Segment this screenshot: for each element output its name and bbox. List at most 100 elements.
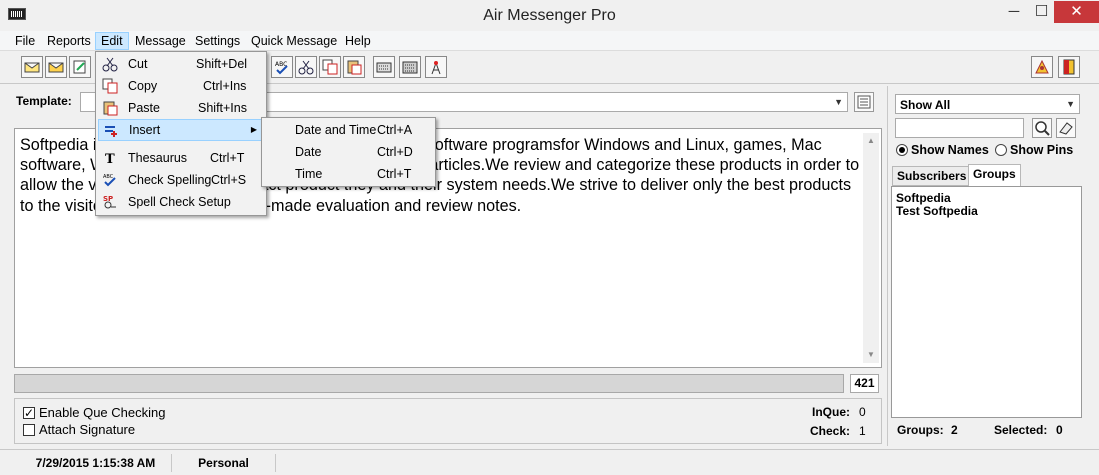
copy-icon [102,78,118,94]
menu-item-insert[interactable]: Insert ▶ [98,119,264,141]
paste-shortcut: Shift+Ins [198,101,247,115]
alarm-person-icon[interactable] [1031,56,1053,78]
attach-signature-label: Attach Signature [39,422,136,437]
checkbox-unchecked-icon[interactable] [23,424,35,436]
search-icon[interactable] [1032,118,1052,138]
insert-icon [105,126,117,137]
copy-shortcut: Ctrl+Ins [203,79,247,93]
show-names-radio[interactable]: Show Names [896,142,989,158]
menu-reports[interactable]: Reports [42,32,96,50]
date-shortcut: Ctrl+D [377,145,413,159]
options-panel: Enable Que Checking Attach Signature InQ… [14,398,882,444]
menu-item-date[interactable]: Date Ctrl+D [264,141,433,163]
eraser-icon[interactable] [1056,118,1076,138]
inque-label: InQue: [812,405,850,419]
menu-item-check-spelling[interactable]: ABC Check Spelling Ctrl+S [98,169,264,191]
menu-item-paste[interactable]: Paste Shift+Ins [98,97,264,119]
send-envelope-icon[interactable] [21,56,43,78]
menu-file[interactable]: File [10,32,40,50]
menu-bar: File Reports Edit Message Settings Quick… [0,31,1099,51]
scroll-down-icon[interactable]: ▼ [863,347,879,363]
selected-count-label: Selected: [994,423,1048,437]
show-filter-dropdown[interactable]: Show All ▼ [895,94,1080,114]
window-title: Air Messenger Pro [483,7,616,24]
cut-label: Cut [128,57,148,71]
spell-check-setup-label: Spell Check Setup [128,195,231,209]
tab-groups[interactable]: Groups [968,164,1021,187]
copy-toolbar-icon[interactable] [319,56,341,78]
insert-submenu: Date and Time Ctrl+A Date Ctrl+D Time Ct… [261,117,436,187]
chevron-down-icon: ▼ [834,97,843,107]
show-names-label: Show Names [911,143,989,157]
paste-icon [103,101,118,116]
edit-note-icon[interactable] [69,56,91,78]
status-datetime: 7/29/2015 1:15:38 AM [20,454,172,472]
menu-quick-message[interactable]: Quick Message [246,32,342,50]
maximize-button[interactable]: ☐ [1029,1,1054,23]
keyboard-icon[interactable] [373,56,395,78]
show-filter-value: Show All [900,98,951,112]
menu-item-copy[interactable]: Copy Ctrl+Ins [98,75,264,97]
thesaurus-icon: T [105,152,115,166]
menu-item-thesaurus[interactable]: T Thesaurus Ctrl+T [98,147,264,169]
menu-help[interactable]: Help [340,32,376,50]
svg-text:T: T [105,152,115,166]
radio-selected-icon[interactable] [896,144,908,156]
receive-envelope-icon[interactable] [45,56,67,78]
spellcheck-toolbar-icon[interactable]: ABC [271,56,293,78]
pager-keyboard-icon[interactable] [399,56,421,78]
minimize-button[interactable]: ─ [999,1,1029,23]
checkbox-checked-icon[interactable] [23,405,35,421]
groups-count-value: 2 [951,423,958,437]
show-pins-radio[interactable]: Show Pins [995,142,1073,158]
check-spelling-shortcut: Ctrl+S [211,173,247,187]
template-list-icon[interactable] [854,92,874,112]
menu-edit[interactable]: Edit [95,32,129,50]
inque-value: 0 [859,405,866,419]
attach-signature-checkbox[interactable]: Attach Signature [23,422,135,438]
menu-settings[interactable]: Settings [190,32,245,50]
title-bar: Air Messenger Pro ─ ☐ ✕ [0,0,1099,31]
thesaurus-label: Thesaurus [128,151,188,165]
date-label: Date [295,145,322,159]
date-and-time-shortcut: Ctrl+A [377,123,413,137]
recipient-search-input[interactable] [895,118,1024,138]
paste-label: Paste [128,101,160,115]
check-value: 1 [859,424,866,438]
thesaurus-shortcut: Ctrl+T [210,151,245,165]
selected-count-value: 0 [1056,423,1063,437]
svg-text:ABC: ABC [103,174,114,180]
tab-subscribers[interactable]: Subscribers [892,166,972,186]
spell-setup-icon: SP [103,195,116,209]
editor-scrollbar[interactable]: ▲ ▼ [863,133,879,363]
menu-item-spell-check-setup[interactable]: SP Spell Check Setup [98,191,264,213]
menu-item-date-and-time[interactable]: Date and Time Ctrl+A [264,119,433,141]
enable-que-label: Enable Que Checking [39,405,166,420]
status-profile: Personal [172,454,276,472]
character-counter: 421 [850,374,879,393]
groups-count-label: Groups: [897,423,944,437]
scroll-up-icon[interactable]: ▲ [863,133,879,149]
list-item[interactable]: Test Softpedia [892,205,1081,218]
antenna-tower-icon[interactable] [425,56,447,78]
menu-message[interactable]: Message [130,32,191,50]
menu-item-time[interactable]: Time Ctrl+T [264,163,433,185]
radio-unselected-icon[interactable] [995,144,1007,156]
cut-toolbar-icon[interactable] [295,56,317,78]
enable-que-checkbox[interactable]: Enable Que Checking [23,405,165,421]
submenu-arrow-icon: ▶ [250,125,257,134]
paste-toolbar-icon[interactable] [343,56,365,78]
cut-shortcut: Shift+Del [196,57,248,71]
close-button[interactable]: ✕ [1054,1,1099,23]
groups-list[interactable]: Softpedia Test Softpedia [891,186,1082,418]
status-bar: 7/29/2015 1:15:38 AM Personal [0,449,1099,475]
cut-icon [102,57,118,72]
send-progress-bar [14,374,844,393]
copy-label: Copy [128,79,158,93]
menu-item-cut[interactable]: Cut Shift+Del [98,53,264,75]
show-pins-label: Show Pins [1010,143,1074,157]
time-label: Time [295,167,323,181]
chevron-down-icon: ▼ [1066,99,1075,109]
exit-door-icon[interactable] [1058,56,1080,78]
time-shortcut: Ctrl+T [377,167,412,181]
